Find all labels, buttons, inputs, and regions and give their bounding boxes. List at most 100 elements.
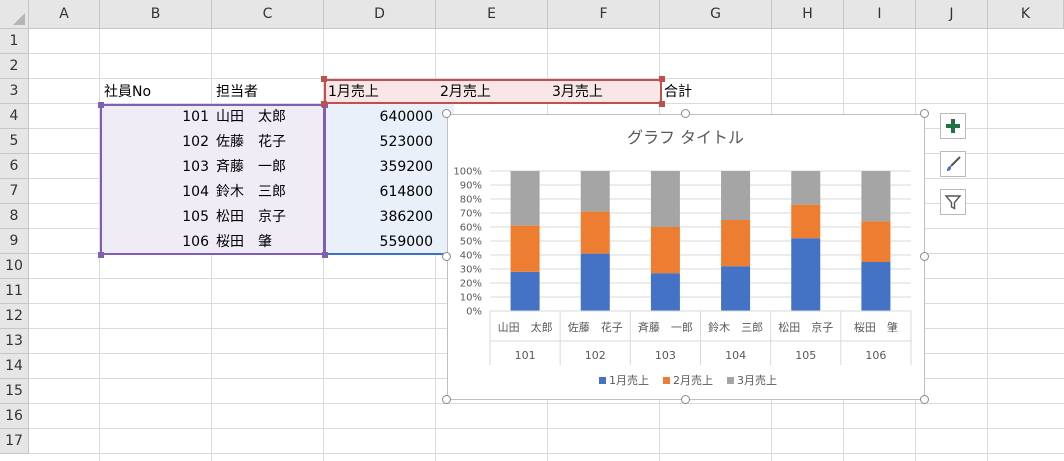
bar-segment [650,171,680,227]
chart-resize-handle[interactable] [442,395,451,404]
bar-segment [721,171,751,220]
column-header-b[interactable]: B [100,0,212,29]
cell-person-name[interactable]: 斉藤 一郎 [213,155,324,179]
bar-segment [510,225,540,272]
row-header-12[interactable]: 12 [0,304,29,329]
cell-e3[interactable]: 2月売上 [437,80,548,104]
cell-jan-sales[interactable]: 559000 [325,230,436,254]
bar-segment [861,171,891,222]
cell-person-name[interactable]: 山田 太郎 [213,105,324,129]
row-header-16[interactable]: 16 [0,404,29,429]
column-header-i[interactable]: I [844,0,916,29]
selection-handle[interactable] [322,252,328,258]
x-tick-label: 斉藤 一郎 [638,320,693,334]
cell-jan-sales[interactable]: 640000 [325,105,436,129]
cell-f3[interactable]: 3月売上 [549,80,660,104]
selection-handle[interactable] [659,76,665,82]
bar-segment [791,204,821,239]
selection-handle[interactable] [321,101,327,107]
row-header-15[interactable]: 15 [0,379,29,404]
chart-resize-handle[interactable] [920,252,929,261]
chart-resize-handle[interactable] [920,395,929,404]
chart-styles-button[interactable] [940,151,966,177]
row-header-3[interactable]: 3 [0,79,29,104]
chart-resize-handle[interactable] [681,395,690,404]
cell-d3[interactable]: 1月売上 [325,80,436,104]
cell-g3[interactable]: 合計 [661,80,772,104]
cell-jan-sales[interactable]: 614800 [325,180,436,204]
chart-resize-handle[interactable] [442,252,451,261]
bar-segment [861,221,891,262]
bar-segment [510,271,540,311]
row-header-2[interactable]: 2 [0,54,29,79]
row-header-4[interactable]: 4 [0,104,29,129]
filter-icon [944,195,962,210]
y-tick-label: 100% [453,167,482,178]
column-header-d[interactable]: D [324,0,436,29]
cell-person-name[interactable]: 松田 京子 [213,205,324,229]
column-header-f[interactable]: F [548,0,660,29]
column-gridline [987,29,988,461]
row-header-5[interactable]: 5 [0,129,29,154]
selection-handle[interactable] [659,101,665,107]
bar-segment [510,171,540,226]
chart-resize-handle[interactable] [920,109,929,118]
chart-title: グラフ タイトル [627,128,744,147]
column-header-k[interactable]: K [988,0,1064,29]
row-header-6[interactable]: 6 [0,154,29,179]
row-header-17[interactable]: 17 [0,429,29,454]
column-header-g[interactable]: G [660,0,772,29]
column-header-c[interactable]: C [212,0,324,29]
x-tick-label: 佐藤 花子 [568,320,623,334]
y-tick-label: 70% [460,209,482,220]
selection-handle[interactable] [98,252,104,258]
x-tick-label: 山田 太郎 [498,320,553,334]
row-header-1[interactable]: 1 [0,29,29,54]
row-header-10[interactable]: 10 [0,254,29,279]
chart-resize-handle[interactable] [442,109,451,118]
cell-c3[interactable]: 担当者 [213,80,324,104]
row-header-14[interactable]: 14 [0,354,29,379]
cell-employee-no[interactable]: 106 [101,230,212,254]
row-header-11[interactable]: 11 [0,279,29,304]
cell-person-name[interactable]: 鈴木 三郎 [213,180,324,204]
cell-person-name[interactable]: 佐藤 花子 [213,130,324,154]
cell-jan-sales[interactable]: 386200 [325,205,436,229]
chart-resize-handle[interactable] [681,109,690,118]
bar-segment [650,273,680,311]
cell-employee-no[interactable]: 105 [101,205,212,229]
column-header-e[interactable]: E [436,0,548,29]
column-header-j[interactable]: J [916,0,988,29]
brush-icon [947,156,961,171]
y-tick-label: 20% [460,279,482,290]
legend-swatch [727,377,734,384]
selection-handle[interactable] [321,76,327,82]
legend-label: 1月売上 [609,374,649,387]
selection-handle[interactable] [98,102,104,108]
cell-b3[interactable]: 社員No [101,80,212,104]
cell-person-name[interactable]: 桜田 肇 [213,230,324,254]
spreadsheet: ABCDEFGHIJK 1 2 3 4 5 6 7 8 9 10 11 12 13 14 15 16 17 社員… [0,0,1064,461]
y-tick-label: 60% [460,223,482,234]
legend-swatch [663,377,670,384]
row-header-8[interactable]: 8 [0,204,29,229]
chart-elements-button[interactable] [940,113,966,139]
legend-label: 3月売上 [737,374,777,387]
x-tick-label: 鈴木 三郎 [708,320,763,334]
chart[interactable]: グラフ タイトル 0% 10% 20% 30% 40% 50% 60% 70% 80% 90% 100… [447,114,925,400]
select-all-corner[interactable] [0,0,29,29]
row-header-9[interactable]: 9 [0,229,29,254]
cell-jan-sales[interactable]: 359200 [325,155,436,179]
chart-filters-button[interactable] [940,189,966,215]
cell-employee-no[interactable]: 103 [101,155,212,179]
column-header-h[interactable]: H [772,0,844,29]
cell-employee-no[interactable]: 101 [101,105,212,129]
x-group-label: 103 [655,349,676,362]
cell-jan-sales[interactable]: 523000 [325,130,436,154]
cell-employee-no[interactable]: 104 [101,180,212,204]
cell-employee-no[interactable]: 102 [101,130,212,154]
row-header-13[interactable]: 13 [0,329,29,354]
y-tick-label: 0% [466,307,482,318]
column-header-a[interactable]: A [29,0,100,29]
row-header-7[interactable]: 7 [0,179,29,204]
